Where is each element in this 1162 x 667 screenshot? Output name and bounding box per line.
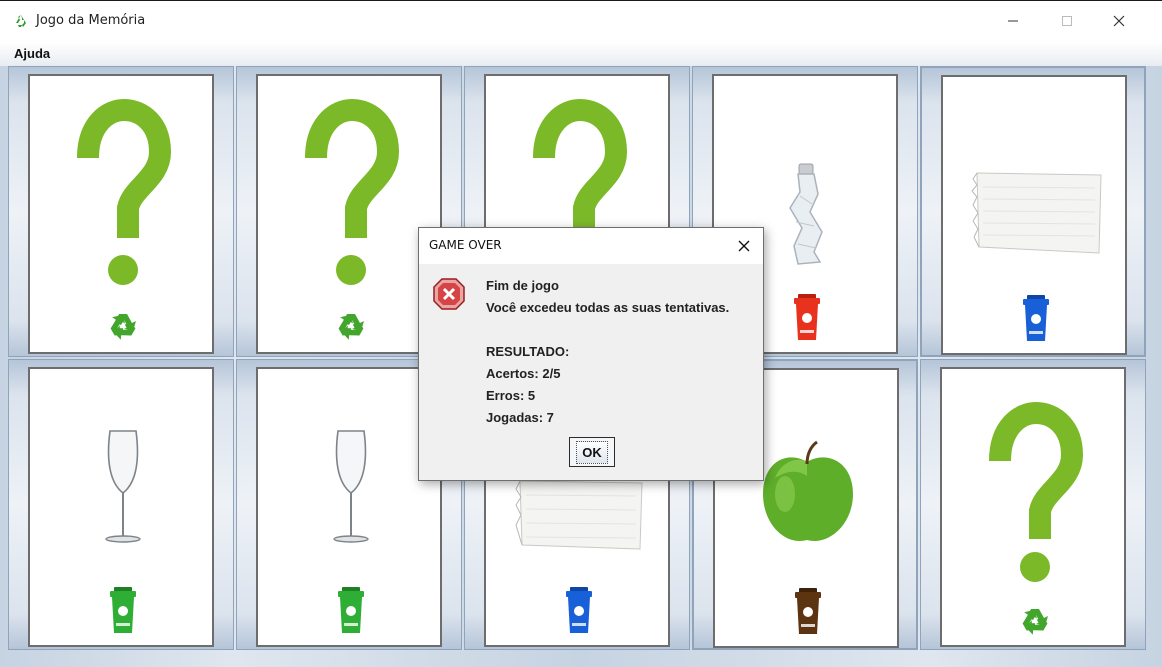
dialog-result-hits: Acertos: 2/5 <box>486 366 561 381</box>
wine-glass-icon <box>105 430 141 543</box>
window-titlebar: Jogo da Memória <box>0 0 1162 42</box>
menu-ajuda[interactable]: Ajuda <box>8 45 56 62</box>
paper-sheet-icon <box>515 480 643 550</box>
recycle-icon <box>1022 609 1048 635</box>
dialog-result-errors: Erros: 5 <box>486 388 536 403</box>
question-mark-icon <box>305 98 400 285</box>
ok-button[interactable]: OK <box>569 437 615 467</box>
close-icon <box>738 240 750 252</box>
card-cell[interactable] <box>920 66 1146 357</box>
paper-sheet-icon <box>971 172 1102 254</box>
recycle-icon <box>338 314 364 340</box>
memory-card-glass[interactable] <box>256 367 442 647</box>
dialog-message-line: Você excedeu todas as suas tentativas. <box>486 300 730 315</box>
close-window-button[interactable] <box>1096 5 1142 37</box>
menu-bar: Ajuda <box>0 42 1162 66</box>
recycle-icon <box>110 314 136 340</box>
green-bin-icon <box>110 587 136 633</box>
dialog-title: GAME OVER <box>429 238 502 252</box>
maximize-icon <box>1062 16 1072 26</box>
dialog-close-button[interactable] <box>731 234 757 258</box>
wine-glass-icon <box>333 430 369 543</box>
card-cell[interactable] <box>8 66 234 357</box>
maximize-button[interactable] <box>1044 5 1090 37</box>
window-title: Jogo da Memória <box>36 13 146 28</box>
memory-card-hidden[interactable] <box>256 74 442 354</box>
card-cell[interactable] <box>920 359 1146 650</box>
error-icon <box>431 276 467 312</box>
ok-button-label: OK <box>576 440 608 464</box>
recycle-icon <box>14 14 28 28</box>
minimize-icon <box>1008 20 1018 22</box>
memory-card-paper[interactable] <box>941 75 1127 355</box>
memory-card-glass[interactable] <box>28 367 214 647</box>
green-apple-icon <box>763 440 853 541</box>
close-icon <box>1113 15 1125 27</box>
dialog-result-heading: RESULTADO: <box>486 344 570 359</box>
dialog-message-line: Fim de jogo <box>486 278 559 293</box>
question-mark-icon <box>77 98 172 285</box>
dialog-result-moves: Jogadas: 7 <box>486 410 554 425</box>
game-over-dialog: GAME OVER Fim de jogo Você excedeu todas… <box>418 227 764 481</box>
blue-bin-icon <box>1023 295 1049 341</box>
red-bin-icon <box>794 294 820 340</box>
memory-card-hidden[interactable] <box>940 367 1126 647</box>
dialog-titlebar: GAME OVER <box>419 228 763 264</box>
question-mark-icon <box>989 401 1084 582</box>
card-cell[interactable] <box>8 359 234 650</box>
green-bin-icon <box>338 587 364 633</box>
plastic-bottle-icon <box>789 163 823 265</box>
blue-bin-icon <box>566 587 592 633</box>
brown-bin-icon <box>795 588 821 634</box>
memory-card-hidden[interactable] <box>28 74 214 354</box>
minimize-button[interactable] <box>990 5 1036 37</box>
